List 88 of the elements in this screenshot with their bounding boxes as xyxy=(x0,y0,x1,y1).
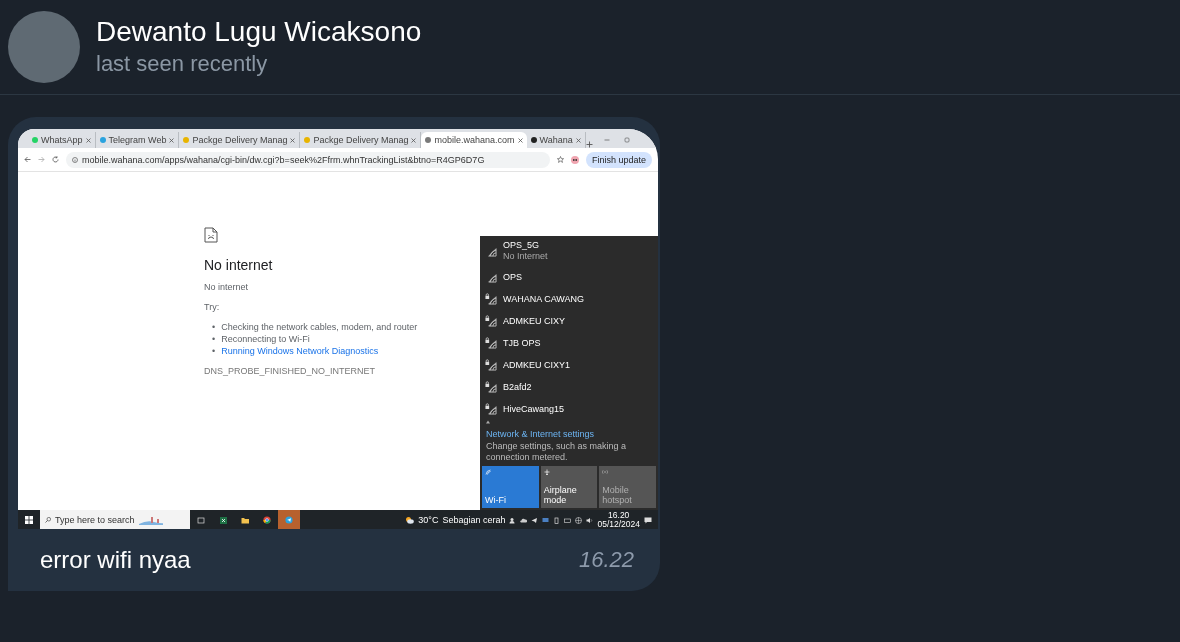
url-text: mobile.wahana.com/apps/wahana/cgi-bin/dw.cgi?b=seek%2Ffrm.whnTrackingList&btno=R4GP6D7G xyxy=(82,154,485,165)
display-icon[interactable] xyxy=(564,516,572,524)
weather-icon xyxy=(405,516,415,524)
address-bar[interactable]: mobile.wahana.com/apps/wahana/cgi-bin/dw.cgi?b=seek%2Ffrm.whnTrackingList&btno=R4GP6D7G xyxy=(66,151,550,168)
search-placeholder: Type here to search xyxy=(55,515,135,525)
browser-tab[interactable]: Packge Delivery Manag xyxy=(179,132,301,148)
network-name: TJB OPS xyxy=(503,337,541,349)
sad-document-icon xyxy=(204,227,218,243)
network-item[interactable]: TJB OPS xyxy=(480,332,658,354)
bullet: • xyxy=(212,321,216,333)
search-icon xyxy=(45,517,51,523)
network-name: HiveCawang15 xyxy=(503,403,565,415)
network-name: WAHANA CAWANG xyxy=(503,293,584,305)
monitor-icon[interactable] xyxy=(542,516,550,524)
browser-tab[interactable]: Telegram Web xyxy=(95,132,180,148)
network-item[interactable]: OPS_5G No Internet xyxy=(480,236,658,266)
error-title: No internet xyxy=(204,257,274,273)
browser-tab[interactable]: Wahana xyxy=(526,132,586,148)
new-tab-icon[interactable] xyxy=(585,141,593,148)
tab-title: Wahana xyxy=(539,135,573,145)
airplane-icon xyxy=(543,469,550,475)
network-name: OPS_5G xyxy=(503,240,541,251)
clock-date: 05/12/2024 xyxy=(597,520,640,529)
tab-title: mobile.wahana.com xyxy=(434,135,515,145)
close-icon[interactable] xyxy=(290,137,296,143)
volume-icon[interactable] xyxy=(586,516,594,524)
back-icon[interactable] xyxy=(24,156,31,163)
error-code: DNS_PROBE_FINISHED_NO_INTERNET xyxy=(204,365,377,377)
task-view-icon[interactable] xyxy=(196,515,206,525)
browser-tab[interactable]: WhatsApp xyxy=(28,132,96,148)
settings-hint: Change settings, such as making a connection metered. xyxy=(485,440,628,464)
close-icon[interactable] xyxy=(85,137,91,143)
try-label: Try: xyxy=(204,301,221,313)
suggestion-text: Checking the network cables, modem, and router xyxy=(221,321,418,333)
network-name: ADMKEU CIXY1 xyxy=(503,359,571,371)
contact-name: Dewanto Lugu Wicaksono xyxy=(96,15,422,49)
network-name: ADMKEU CIXY xyxy=(503,315,565,327)
bullet: • xyxy=(212,333,216,345)
network-item[interactable]: WAHANA CAWANG xyxy=(480,288,658,310)
browser-tab[interactable]: mobile.wahana.com xyxy=(421,132,527,148)
error-subtitle: No internet xyxy=(204,281,250,293)
temperature: 30°C xyxy=(418,515,439,525)
tab-title: Packge Delivery Manag xyxy=(192,135,288,145)
message-time: 16.22 xyxy=(578,547,634,573)
windows-logo-icon[interactable] xyxy=(25,516,33,524)
reload-icon[interactable] xyxy=(52,156,59,163)
browser-icon[interactable] xyxy=(262,515,272,525)
paper-plane-icon[interactable] xyxy=(531,516,539,524)
network-name: B2afd2 xyxy=(503,381,532,393)
spreadsheet-icon[interactable] xyxy=(218,515,228,525)
network-item[interactable]: B2afd2 xyxy=(480,376,658,398)
quick-action-tile[interactable]: Wi-Fi xyxy=(482,466,539,508)
network-item[interactable]: HiveCawang15 xyxy=(480,398,658,420)
folder-icon[interactable] xyxy=(240,515,250,525)
bullet: • xyxy=(212,345,216,357)
finish-update-button[interactable]: Finish update xyxy=(585,151,652,168)
quick-action-tile[interactable]: Airplane mode xyxy=(540,466,598,508)
landscape-icon xyxy=(138,515,163,525)
network-name: OPS xyxy=(503,271,522,283)
profile-avatar-icon[interactable] xyxy=(570,155,579,164)
clock-time: 16.20 xyxy=(608,510,630,520)
message-caption: error wifi nyaa xyxy=(40,546,191,574)
globe-icon[interactable] xyxy=(575,516,583,524)
network-item[interactable]: OPS xyxy=(480,266,658,288)
close-icon[interactable] xyxy=(575,137,581,143)
suggestion-text: Reconnecting to Wi-Fi xyxy=(221,333,310,345)
scroll-arrow-icon xyxy=(486,420,490,424)
close-icon[interactable] xyxy=(169,137,175,143)
network-status: No Internet xyxy=(503,251,548,262)
network-settings-link[interactable]: Network & Internet settings xyxy=(480,428,658,440)
info-icon xyxy=(72,156,78,163)
last-seen-status: last seen recently xyxy=(96,50,269,78)
weather-text: Sebagian cerah xyxy=(442,515,506,525)
network-item[interactable]: ADMKEU CIXY1 xyxy=(480,354,658,376)
tab-title: Packge Delivery Manag xyxy=(313,135,409,145)
close-icon[interactable] xyxy=(517,137,523,143)
close-icon[interactable] xyxy=(411,137,417,143)
diagnostics-link[interactable]: Running Windows Network Diagnostics xyxy=(221,345,379,357)
cloud-icon[interactable] xyxy=(520,516,528,524)
tab-title: WhatsApp xyxy=(41,135,83,145)
people-icon[interactable] xyxy=(509,516,517,524)
taskbar-search-field[interactable]: Type here to search xyxy=(40,510,190,529)
network-item[interactable]: ADMKEU CIXY xyxy=(480,310,658,332)
tab-title: Telegram Web xyxy=(108,135,167,145)
battery-icon[interactable] xyxy=(553,516,561,524)
hotspot-icon xyxy=(602,469,609,475)
notification-icon[interactable] xyxy=(644,516,652,524)
star-icon[interactable] xyxy=(556,156,564,163)
